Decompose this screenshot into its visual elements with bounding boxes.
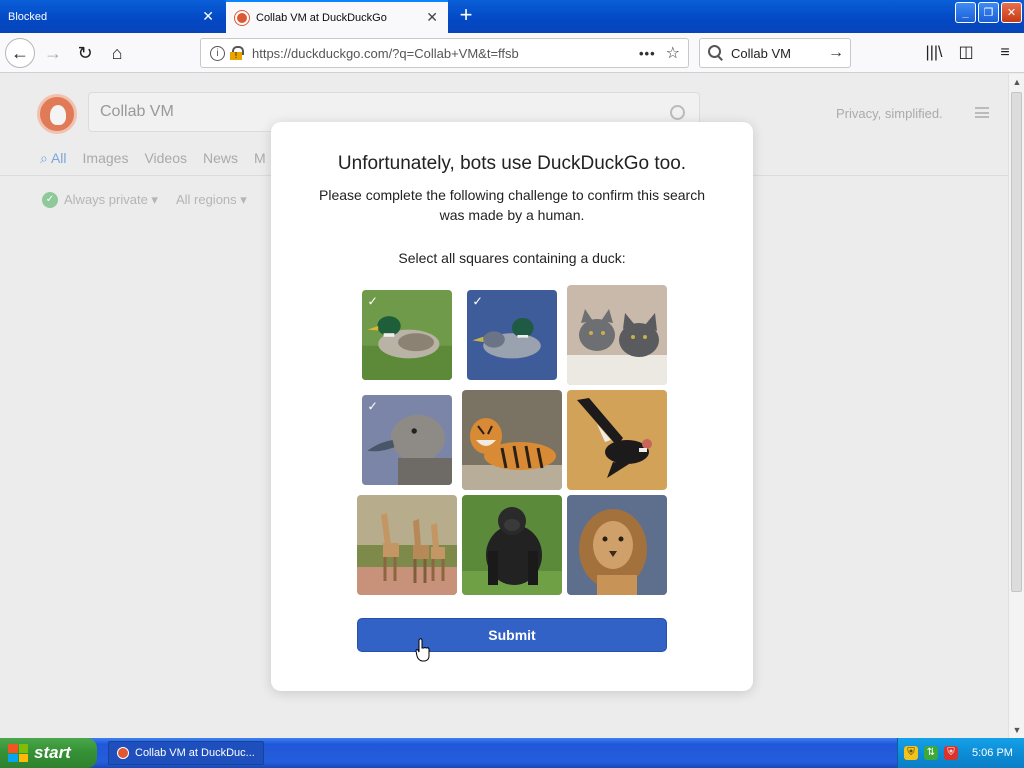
close-icon[interactable]: ✕	[426, 10, 438, 24]
image-grid: ✓ ✓ ✓	[357, 285, 667, 595]
page-actions-icon[interactable]: •••	[639, 46, 656, 61]
taskbar-window-button[interactable]: Collab VM at DuckDuc...	[108, 741, 264, 765]
tab-all[interactable]: ⌕ All	[40, 150, 67, 167]
tab-collab-vm[interactable]: Collab VM at DuckDuckGo ✕	[226, 0, 448, 33]
library-icon[interactable]: |||\	[924, 43, 944, 63]
tile-lion[interactable]	[567, 495, 667, 595]
tile-duck-3[interactable]: ✓	[362, 395, 452, 485]
tab-title: Collab VM at DuckDuckGo	[256, 11, 387, 24]
duckduckgo-favicon-icon	[235, 11, 249, 25]
scroll-down-arrow-icon[interactable]: ▼	[1012, 725, 1022, 735]
duckduckgo-favicon-icon	[117, 747, 129, 759]
reload-icon[interactable]: ↻	[70, 38, 100, 68]
ddg-search-value: Collab VM	[100, 103, 174, 120]
search-icon[interactable]	[670, 105, 685, 120]
windows-logo-icon	[8, 744, 28, 762]
browser-tab-bar: Blocked ✕ Collab VM at DuckDuckGo ✕ + _ …	[0, 0, 1024, 33]
lion-image	[567, 495, 667, 595]
selected-check-icon: ✓	[367, 293, 378, 308]
forward-arrow-icon[interactable]: →	[38, 38, 68, 68]
new-tab-plus-icon[interactable]: +	[455, 4, 477, 27]
taskbar-window-label: Collab VM at DuckDuc...	[135, 747, 255, 759]
tab-title: Blocked	[8, 10, 48, 23]
tile-mallard-1[interactable]: ✓	[362, 290, 452, 380]
url-text[interactable]: https://duckduckgo.com/?q=Collab+VM&t=ff…	[252, 46, 639, 61]
giraffes-image	[357, 495, 457, 595]
info-icon[interactable]: i	[210, 45, 225, 61]
browser-search-bar[interactable]: Collab VM →	[699, 38, 851, 68]
tab-news[interactable]: News	[203, 150, 238, 167]
sidebar-icon[interactable]: ◫	[956, 43, 976, 63]
menu-hamburger-icon[interactable]: ≡	[995, 43, 1015, 63]
minimize-button[interactable]: _	[955, 2, 976, 23]
region-filter[interactable]: All regions ▾	[176, 192, 247, 208]
selected-check-icon: ✓	[472, 293, 483, 308]
search-input[interactable]: Collab VM	[731, 46, 828, 61]
submit-button[interactable]: Submit	[357, 618, 667, 652]
challenge-subtitle: Please complete the following challenge …	[319, 187, 705, 223]
tile-cats[interactable]	[567, 285, 667, 385]
ddg-result-tabs: ⌕ All Images Videos News M	[40, 150, 266, 167]
challenge-title: Unfortunately, bots use DuckDuckGo too.	[337, 153, 687, 174]
search-icon	[708, 45, 724, 61]
restore-button[interactable]: ❐	[978, 2, 999, 23]
start-button[interactable]: start	[0, 738, 97, 768]
tile-gorilla[interactable]	[462, 495, 562, 595]
scrollbar-thumb[interactable]	[1011, 92, 1022, 592]
window-controls: _ ❐ ✕	[955, 2, 1022, 23]
hand-cursor-icon	[415, 638, 430, 662]
cats-image	[567, 285, 667, 385]
ddg-menu-icon[interactable]	[975, 107, 989, 118]
navigation-toolbar: ← → ↻ ⌂ i https://duckduckgo.com/?q=Coll…	[0, 33, 1024, 73]
url-bar[interactable]: i https://duckduckgo.com/?q=Collab+VM&t=…	[200, 38, 689, 68]
ddg-tagline: Privacy, simplified.	[836, 106, 943, 121]
home-icon[interactable]: ⌂	[102, 38, 132, 68]
start-label: start	[34, 743, 71, 762]
tile-condor[interactable]	[567, 390, 667, 490]
clock: 5:06 PM	[972, 747, 1013, 759]
bot-challenge-dialog: Unfortunately, bots use DuckDuckGo too. …	[271, 122, 753, 691]
close-window-button[interactable]: ✕	[1001, 2, 1022, 23]
gorilla-image	[462, 495, 562, 595]
close-icon[interactable]: ✕	[202, 9, 214, 23]
tab-maps[interactable]: M	[254, 150, 266, 167]
privacy-filter-label: Always private ▾	[64, 192, 158, 207]
insecure-lock-icon[interactable]	[230, 46, 244, 60]
scroll-up-arrow-icon[interactable]: ▲	[1012, 77, 1022, 87]
windows-taskbar: start Collab VM at DuckDuc... ⛨ ⇅ ⛨ 5:06…	[0, 738, 1024, 768]
selected-check-icon: ✓	[367, 398, 378, 413]
tab-all-label: All	[50, 150, 67, 166]
system-tray: ⛨ ⇅ ⛨ 5:06 PM	[897, 738, 1024, 768]
challenge-prompt: Select all squares containing a duck:	[398, 250, 626, 266]
checkmark-icon: ✓	[42, 192, 58, 208]
tile-giraffes[interactable]	[357, 495, 457, 595]
page-scrollbar[interactable]: ▲ ▼	[1008, 74, 1024, 738]
security-shield-icon[interactable]: ⛨	[904, 746, 918, 760]
ddg-filters: ✓ Always private ▾ All regions ▾	[42, 192, 247, 208]
bookmark-star-icon[interactable]: ☆	[666, 43, 680, 63]
tile-tiger[interactable]	[462, 390, 562, 490]
tab-images[interactable]: Images	[83, 150, 129, 167]
alert-shield-icon[interactable]: ⛨	[944, 746, 958, 760]
tab-videos[interactable]: Videos	[144, 150, 187, 167]
network-icon[interactable]: ⇅	[924, 746, 938, 760]
duckduckgo-logo[interactable]	[37, 94, 77, 134]
back-arrow-icon[interactable]: ←	[5, 38, 35, 68]
tiger-image	[462, 390, 562, 490]
tile-mallard-2[interactable]: ✓	[467, 290, 557, 380]
privacy-filter[interactable]: ✓ Always private ▾	[42, 192, 158, 208]
go-arrow-icon[interactable]: →	[828, 44, 844, 62]
tab-blocked[interactable]: Blocked ✕	[0, 0, 224, 33]
condor-image	[567, 390, 667, 490]
